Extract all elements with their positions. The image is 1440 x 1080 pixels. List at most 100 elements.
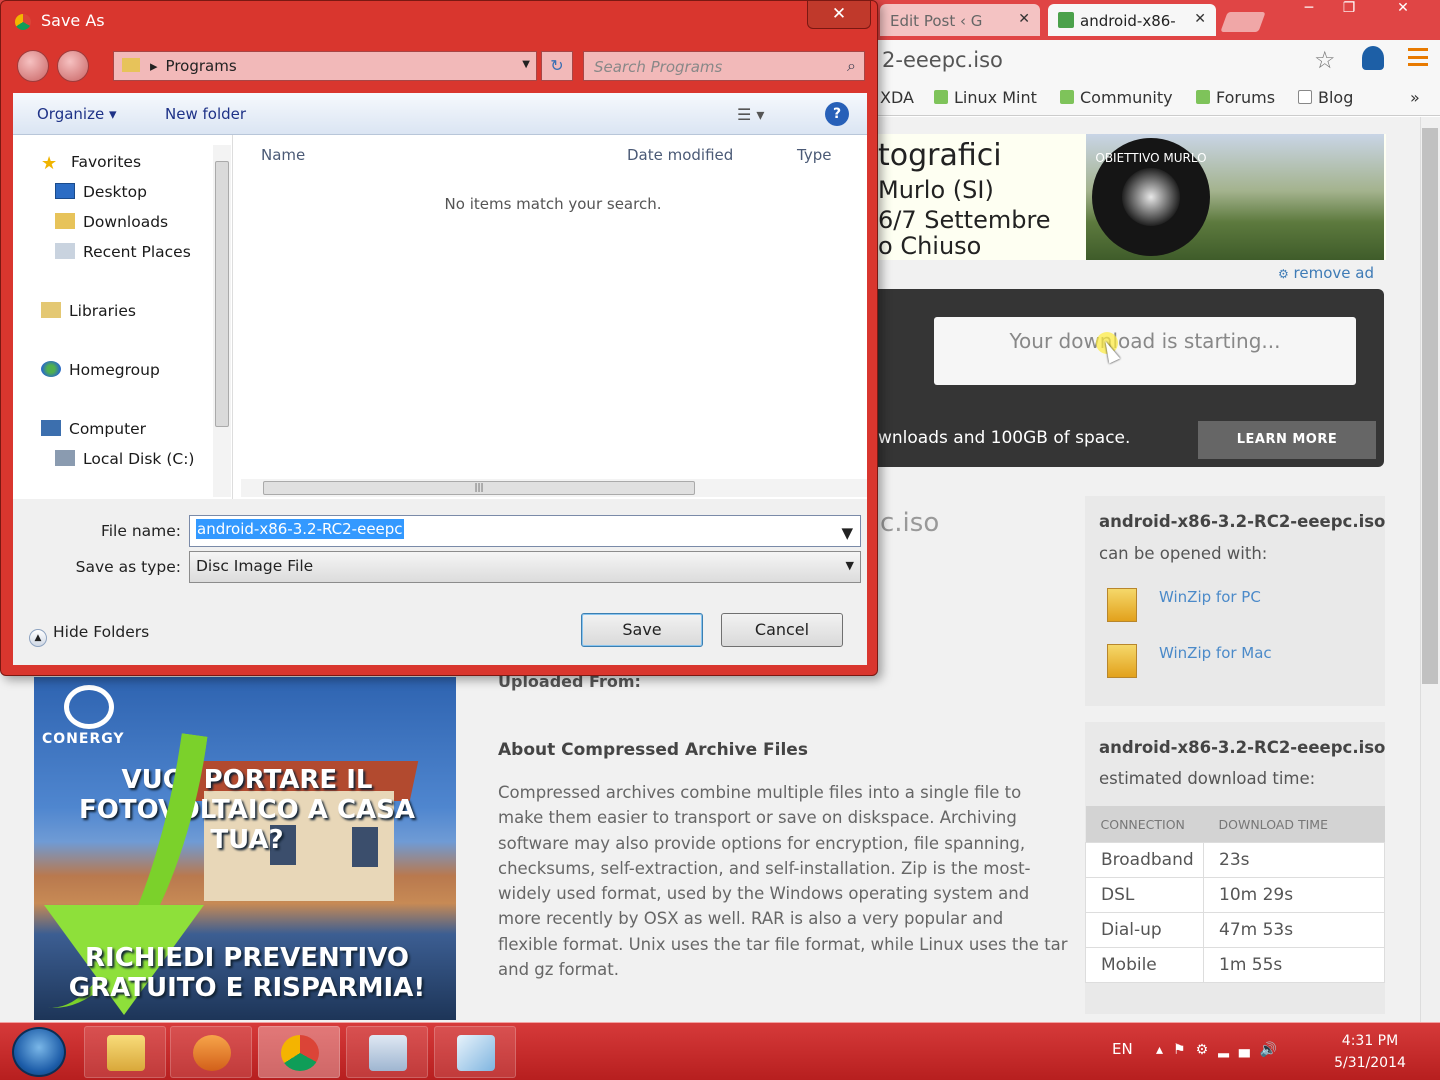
nav-desktop[interactable]: Desktop	[55, 183, 147, 201]
nav-favorites[interactable]: ★ Favorites	[41, 153, 141, 174]
tab-android-download[interactable]: android-x86- ✕	[1048, 4, 1216, 36]
winzip-mac-link[interactable]: WinZip for Mac	[1159, 644, 1272, 662]
top-ad-banner[interactable]: tografici Murlo (SI) 6/7 Settembre o Chi…	[878, 134, 1386, 260]
start-button[interactable]	[12, 1027, 66, 1077]
time-cell: 47m 53s	[1203, 911, 1385, 948]
bookmark-blog[interactable]: Blog	[1298, 88, 1353, 107]
refresh-button[interactable]: ↻	[541, 51, 573, 81]
taskbar-downloader[interactable]	[346, 1026, 428, 1078]
hide-folders-label: Hide Folders	[53, 623, 150, 641]
nav-computer[interactable]: Computer	[41, 420, 146, 438]
forward-button[interactable]	[57, 50, 89, 82]
menu-icon[interactable]	[1408, 48, 1428, 66]
taskbar-media-player[interactable]	[170, 1026, 252, 1078]
learn-more-button[interactable]: LEARN MORE	[1198, 421, 1376, 459]
taskbar-chrome[interactable]	[258, 1026, 340, 1078]
nav-downloads[interactable]: Downloads	[55, 213, 168, 231]
save-button[interactable]: Save	[581, 613, 703, 647]
column-type[interactable]: Type	[797, 146, 831, 164]
nav-scrollbar-thumb[interactable]	[215, 161, 229, 427]
download-favicon-icon	[1058, 12, 1074, 28]
computer-icon	[41, 420, 61, 436]
tray-icons[interactable]: ▴⚑⚙▂▄🔊	[1156, 1042, 1287, 1058]
back-button[interactable]	[17, 50, 49, 82]
signal-icon[interactable]: ▂▄	[1218, 1042, 1260, 1058]
address-bar[interactable]: 2-eeepc.iso	[876, 46, 1352, 76]
new-tab-button[interactable]	[1220, 12, 1266, 32]
ad-headline: RICHIEDI PREVENTIVO	[85, 943, 409, 973]
maximize-button[interactable]: ❐	[1330, 0, 1368, 24]
column-date-modified[interactable]: Date modified	[627, 146, 733, 164]
network-icon[interactable]: ⚙	[1196, 1042, 1219, 1058]
ad-line: o Chiuso	[878, 232, 982, 260]
page-scrollbar-thumb[interactable]	[1422, 128, 1438, 684]
about-body: Compressed archives combine multiple fil…	[498, 783, 1068, 980]
minimize-button[interactable]: ─	[1290, 0, 1328, 24]
bookmarks-overflow-icon[interactable]: »	[1410, 88, 1420, 107]
bookmark-linux-mint[interactable]: Linux Mint	[934, 88, 1037, 107]
folder-icon	[107, 1035, 145, 1071]
nav-local-disk[interactable]: Local Disk (C:)	[55, 450, 194, 468]
clock-date: 5/31/2014	[1334, 1055, 1406, 1071]
chevron-down-icon[interactable]: ▼	[840, 523, 854, 543]
bookmark-star-icon[interactable]: ☆	[1314, 46, 1336, 74]
chrome-icon	[15, 14, 31, 30]
breadcrumb[interactable]: ▸ Programs ▼	[113, 51, 537, 81]
download-status: Your download is starting...	[934, 317, 1356, 385]
new-folder-button[interactable]: New folder	[165, 105, 246, 123]
homegroup-icon	[41, 361, 61, 377]
winzip-pc-link[interactable]: WinZip for PC	[1159, 588, 1261, 606]
save-type-select[interactable]: Disc Image File ▼	[189, 551, 861, 583]
gear-icon: ⚙	[1278, 267, 1289, 281]
page-icon	[1298, 90, 1312, 104]
horizontal-scrollbar-thumb[interactable]: |||	[263, 481, 695, 495]
nav-libraries[interactable]: Libraries	[41, 302, 136, 320]
file-list-pane[interactable]	[233, 135, 867, 499]
clock[interactable]: 4:31 PM 5/31/2014	[1322, 1030, 1418, 1074]
hide-folders-button[interactable]: ▲ Hide Folders	[29, 623, 149, 647]
nav-label: Downloads	[83, 213, 169, 231]
view-options-icon[interactable]: ☰ ▾	[737, 105, 764, 124]
table-header-row: CONNECTION DOWNLOAD TIME	[1085, 806, 1385, 842]
cancel-button[interactable]: Cancel	[721, 613, 843, 647]
time-cell: 1m 55s	[1203, 946, 1385, 983]
search-input[interactable]: Search Programs ⌕	[583, 51, 865, 81]
winzip-icon	[1107, 644, 1137, 678]
left-ad-banner[interactable]: CONERGY VUOI PORTARE IL FOTOVOLTAICO A C…	[34, 677, 456, 1024]
taskbar-app[interactable]	[434, 1026, 516, 1078]
language-indicator[interactable]: EN	[1112, 1040, 1133, 1058]
tab-edit-post[interactable]: Edit Post ‹ G ✕	[880, 4, 1040, 36]
filename-heading: c.iso	[880, 508, 940, 538]
remove-ad-link[interactable]: ⚙ remove ad	[1278, 264, 1374, 282]
box-title: android-x86-3.2-RC2-eeepc.iso	[1099, 512, 1386, 531]
organize-button[interactable]: Organize ▾	[37, 105, 117, 123]
bookmark-forums[interactable]: Forums	[1196, 88, 1275, 107]
column-name[interactable]: Name	[261, 146, 305, 164]
winzip-icon	[1107, 588, 1137, 622]
close-tab-icon[interactable]: ✕	[1018, 11, 1030, 27]
taskbar-explorer[interactable]	[84, 1026, 166, 1078]
help-icon[interactable]: ?	[825, 102, 849, 126]
chevron-down-icon[interactable]: ▼	[522, 59, 530, 70]
volume-icon[interactable]: 🔊	[1260, 1042, 1287, 1058]
tray-chevron-up-icon[interactable]: ▴	[1156, 1042, 1173, 1058]
promo-text: wnloads and 100GB of space.	[878, 428, 1131, 448]
bookmark-xda[interactable]: XDA	[880, 88, 914, 107]
nav-homegroup[interactable]: Homegroup	[41, 361, 160, 379]
save-type-label: Save as type:	[75, 558, 181, 576]
close-dialog-button[interactable]: ✕	[807, 1, 871, 29]
nav-recent-places[interactable]: Recent Places	[55, 243, 191, 261]
table-row: DSL 10m 29s	[1085, 876, 1385, 913]
flag-icon[interactable]: ⚑	[1173, 1042, 1196, 1058]
about-heading: About Compressed Archive Files	[498, 740, 808, 760]
extension-icon[interactable]	[1362, 46, 1384, 70]
bookmark-label: Blog	[1318, 88, 1354, 107]
close-tab-icon[interactable]: ✕	[1194, 11, 1206, 27]
nav-label: Computer	[69, 420, 147, 438]
star-icon: ★	[41, 153, 58, 174]
file-name-field[interactable]: android-x86-3.2-RC2-eeepc ▼	[189, 515, 861, 547]
bookmark-community[interactable]: Community	[1060, 88, 1173, 107]
connection-cell: Dial-up	[1085, 911, 1204, 948]
close-window-button[interactable]: ✕	[1384, 0, 1422, 24]
breadcrumb-item[interactable]: Programs	[166, 57, 237, 75]
